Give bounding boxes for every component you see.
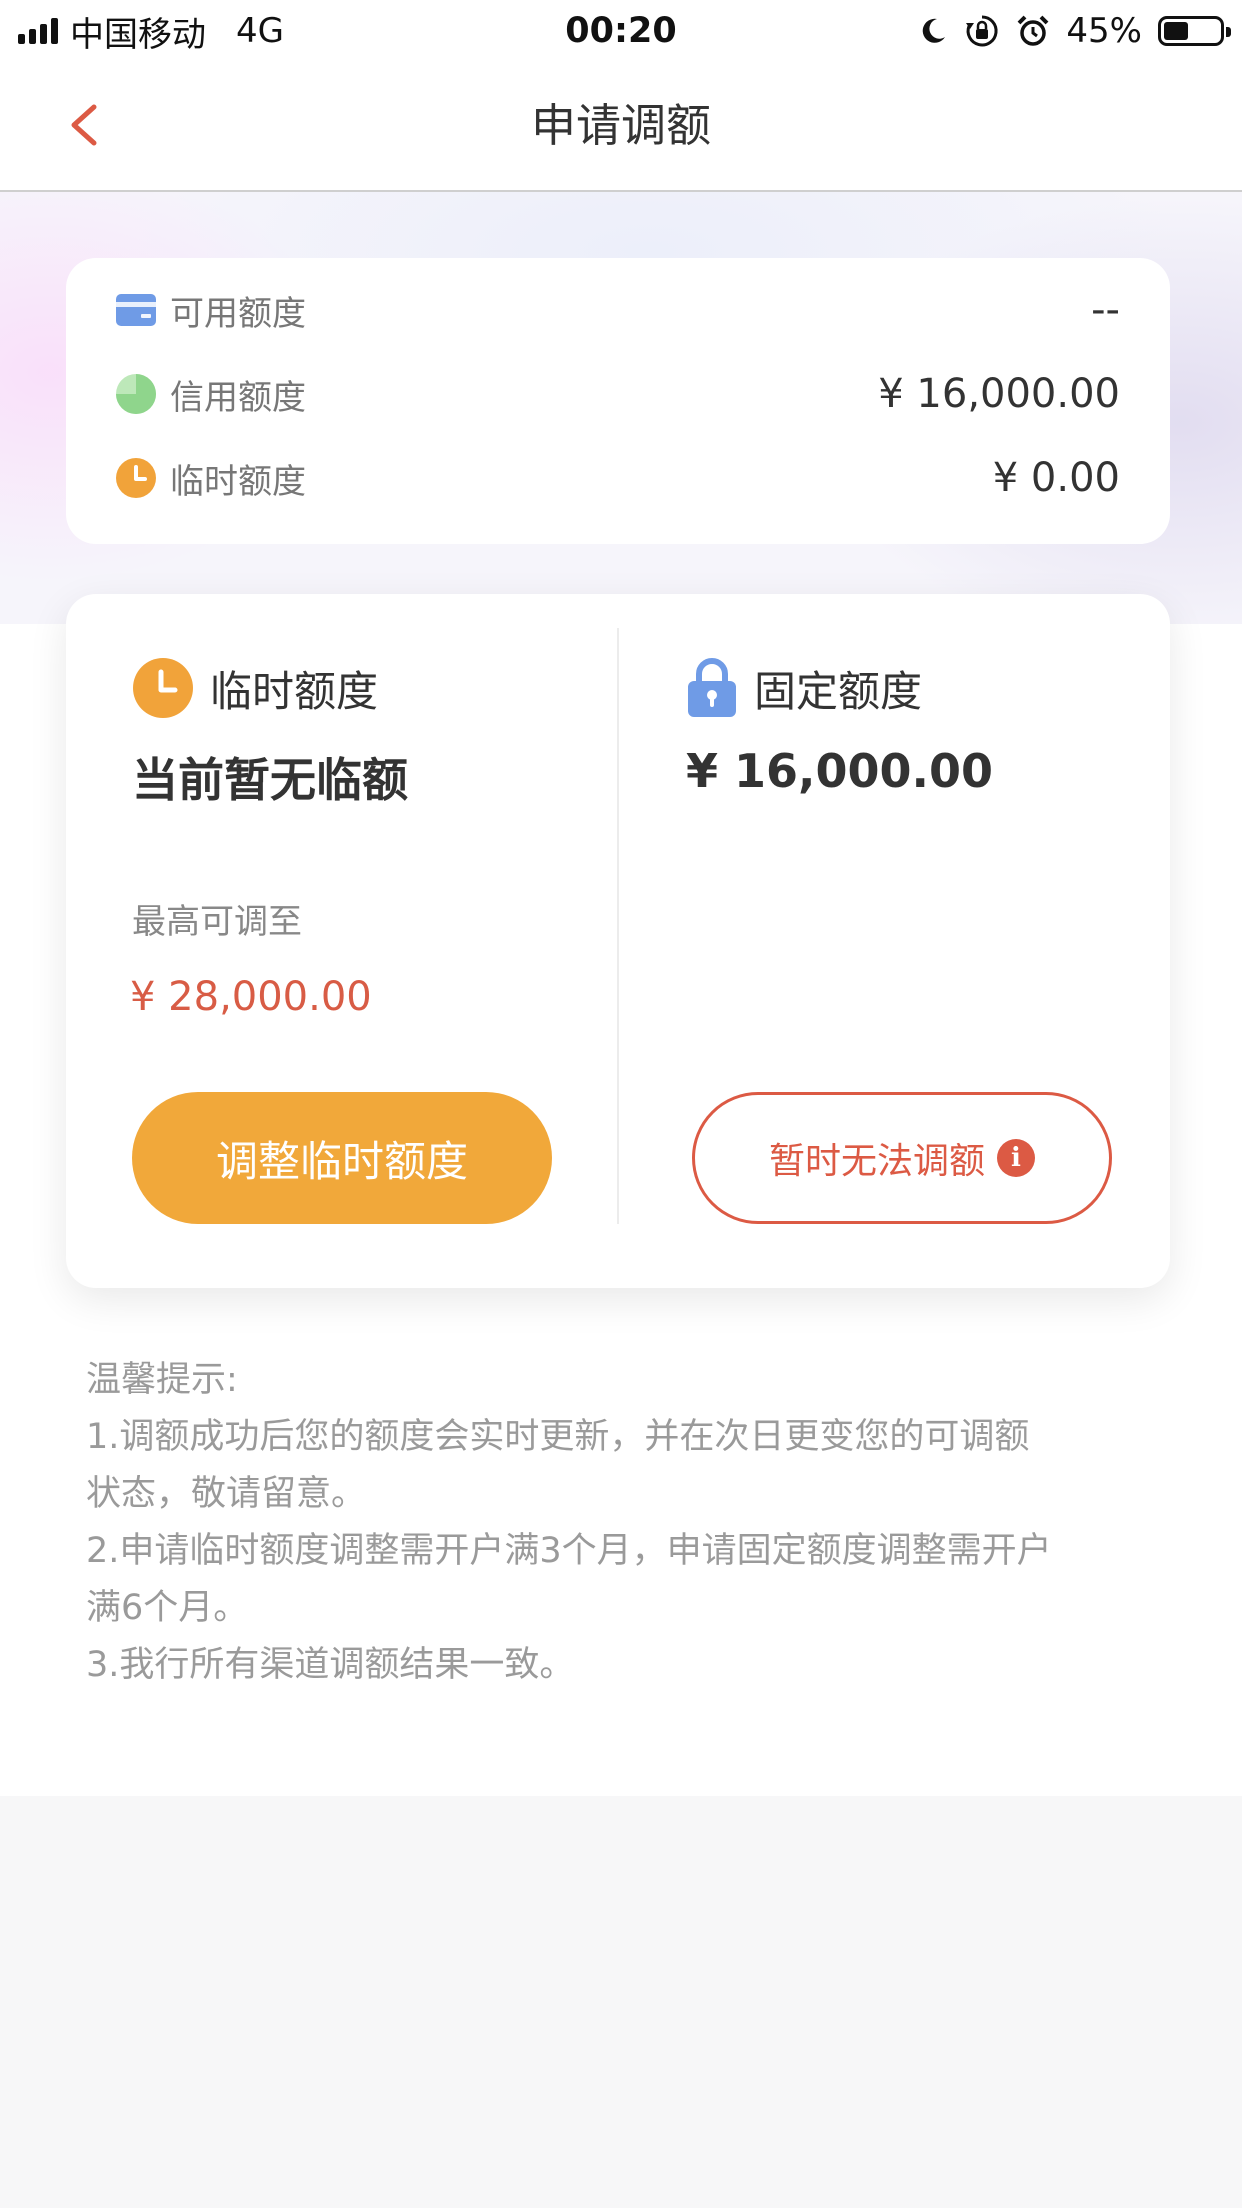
rotation-lock-icon (966, 15, 998, 47)
moon-icon (923, 18, 946, 43)
adjust-fixed-label: 暂时无法调额 (768, 1141, 985, 1182)
summary-value: ¥ 16,000.00 (878, 371, 1120, 417)
nav-bar: 申请调额 (0, 62, 1242, 192)
page-title: 申请调额 (530, 99, 711, 152)
summary-label: 信用额度 (170, 377, 306, 418)
max-label: 最高可调至 (132, 902, 302, 942)
limit-card: 临时额度 当前暂无临额 最高可调至 ¥ 28,000.00 调整临时额度 固定额… (66, 594, 1170, 1288)
tips-line: 状态，敬请留意。 (86, 1474, 367, 1514)
summary-card: 可用额度 -- 信用额度 ¥ 16,000.00 临时额度 ¥ 0.00 (66, 258, 1170, 544)
card-divider (617, 628, 619, 1224)
clock-icon (116, 458, 156, 498)
summary-value: ¥ 0.00 (992, 455, 1120, 501)
alarm-icon (1018, 15, 1049, 46)
summary-label: 可用额度 (170, 293, 306, 334)
battery-icon (1158, 16, 1231, 46)
chevron-left-icon (71, 104, 97, 146)
tips-title: 温馨提示: (86, 1360, 238, 1400)
temporary-column: 临时额度 当前暂无临额 最高可调至 ¥ 28,000.00 调整临时额度 (130, 594, 572, 1288)
adjust-fixed-button[interactable]: 暂时无法调额 i (692, 1092, 1112, 1224)
battery-percent: 45% (1066, 11, 1142, 51)
summary-label: 临时额度 (170, 461, 306, 502)
fixed-header: 固定额度 (686, 656, 922, 720)
max-amount: ¥ 28,000.00 (130, 974, 372, 1020)
tips-line: 3.我行所有渠道调额结果一致。 (86, 1645, 575, 1685)
status-bar: 中国移动 4G 00:20 45% (0, 0, 1242, 62)
tips-line: 2.申请临时额度调整需开户满3个月，申请固定额度调整需开户 (86, 1531, 1052, 1571)
card-icon (116, 290, 156, 330)
tips-line: 满6个月。 (86, 1588, 249, 1628)
back-button[interactable] (58, 95, 118, 155)
info-icon[interactable]: i (997, 1139, 1035, 1177)
status-right: 45% (918, 8, 1231, 54)
fixed-column: 固定额度 ¥ 16,000.00 暂时无法调额 i (686, 594, 1116, 1288)
adjust-temporary-button[interactable]: 调整临时额度 (132, 1092, 552, 1224)
content: 可用额度 -- 信用额度 ¥ 16,000.00 临时额度 ¥ 0.00 临时额… (0, 192, 1242, 1796)
temporary-header: 临时额度 (132, 656, 378, 720)
fixed-title: 固定额度 (754, 666, 923, 716)
pie-icon (116, 374, 156, 414)
tips-section: 温馨提示: 1.调额成功后您的额度会实时更新，并在次日更变您的可调额 状态，敬请… (86, 1352, 1166, 1694)
fixed-amount: ¥ 16,000.00 (686, 744, 994, 798)
battery-fill (1164, 22, 1189, 40)
temporary-status: 当前暂无临额 (132, 753, 408, 807)
summary-row-credit: 信用额度 ¥ 16,000.00 (116, 364, 1120, 424)
summary-value: -- (1091, 287, 1120, 333)
summary-row-available: 可用额度 -- (116, 280, 1120, 340)
clock-icon (133, 658, 193, 718)
tips-line: 1.调额成功后您的额度会实时更新，并在次日更变您的可调额 (86, 1417, 1030, 1457)
lock-icon (688, 658, 736, 717)
summary-row-temporary: 临时额度 ¥ 0.00 (116, 448, 1120, 508)
temporary-title: 临时额度 (210, 666, 379, 716)
